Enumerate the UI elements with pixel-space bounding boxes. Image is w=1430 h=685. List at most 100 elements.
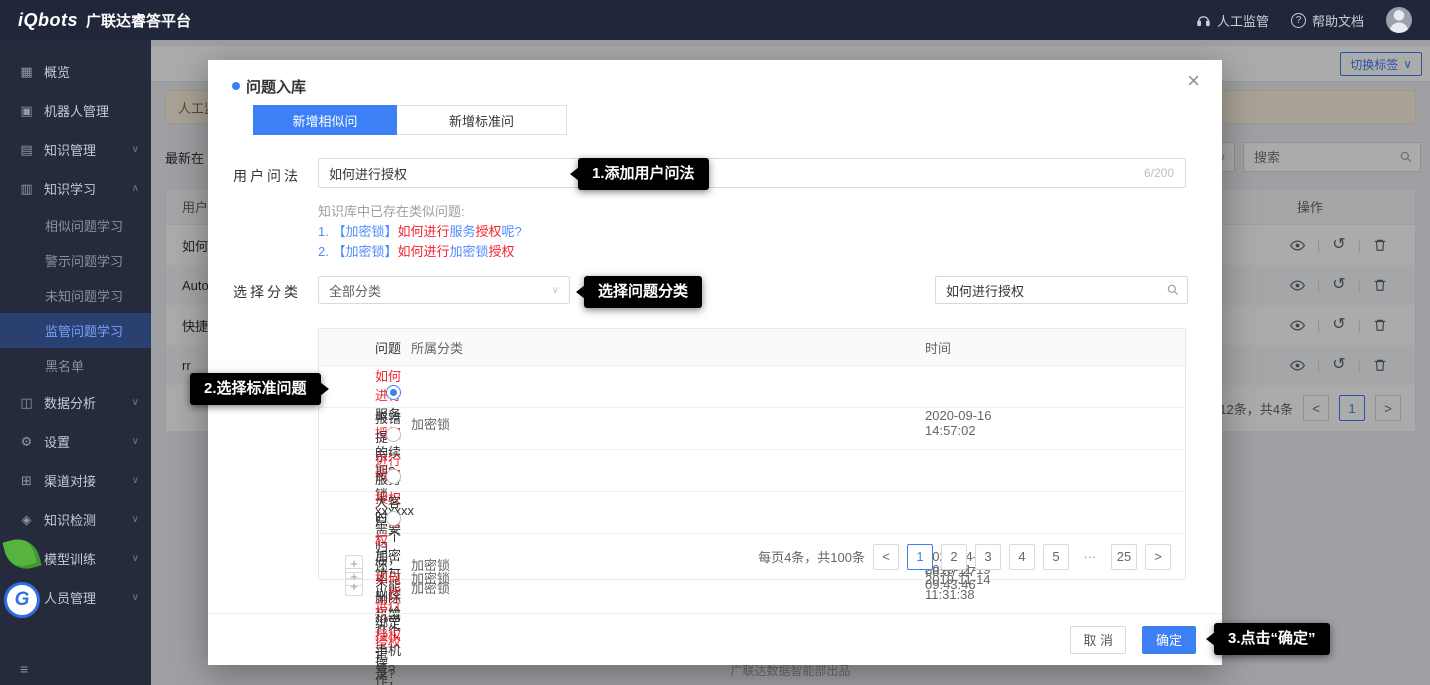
modal-bullet-icon <box>232 82 240 90</box>
page-number-1[interactable]: 1 <box>907 544 933 570</box>
standard-question-radio[interactable] <box>386 427 401 442</box>
prev-page-button[interactable]: < <box>873 544 899 570</box>
callout-select-standard-question: 2.选择标准问题 <box>190 373 321 405</box>
sidebar-subitem-warning-questions[interactable]: 警示问题学习 <box>0 243 151 278</box>
sidebar-subitem-supervised-questions[interactable]: 监管问题学习 <box>0 313 151 348</box>
standard-question-radio-selected[interactable] <box>386 385 401 400</box>
time-cell: 2019-11-14 11:31:38 <box>925 572 1035 602</box>
standard-question-radio[interactable] <box>386 469 401 484</box>
sidebar-label: 机器人管理 <box>44 101 109 120</box>
user-question-label: 用户问法 <box>233 166 301 186</box>
confirm-button[interactable]: 确定 <box>1142 626 1196 654</box>
help-icon: ? <box>1291 13 1306 28</box>
category-cell: 加密锁 <box>411 578 925 597</box>
expand-icon[interactable]: + <box>345 578 363 596</box>
similar-question-link[interactable]: 2. 【加密锁】如何进行加密锁授权 <box>318 242 522 262</box>
pagination-summary: 每页4条，共100条 <box>758 547 865 566</box>
category-cell: 加密锁 <box>411 414 925 433</box>
sidebar-label: 知识管理 <box>44 140 96 159</box>
chevron-up-icon: ∧ <box>132 183 139 194</box>
modal-tabs: 新增相似问 新增标准问 <box>253 105 567 135</box>
table-row: 如何进行服务授权的续期? 加密锁 2020-09-16 14:57:02 <box>319 365 1185 407</box>
cancel-button[interactable]: 取 消 <box>1070 626 1126 654</box>
top-header: iQbots 广联达睿答平台 人工监管 ? 帮助文档 <box>0 0 1430 40</box>
chevron-down-icon: ∨ <box>132 436 139 447</box>
sidebar-label: 人员管理 <box>44 588 96 607</box>
learning-icon: ▥ <box>18 181 35 197</box>
similar-question-link[interactable]: 1. 【加密锁】如何进行服务授权呢? <box>318 222 522 242</box>
time-cell: 2020-09-16 14:57:02 <box>925 408 1035 438</box>
modal-footer: 取 消 确定 <box>208 613 1222 665</box>
modal-title: 问题入库 <box>246 76 306 97</box>
standard-question-radio[interactable] <box>386 511 401 526</box>
sidebar-item-knowledge-learning[interactable]: ▥知识学习∧ <box>0 169 151 208</box>
sidebar-label: 渠道对接 <box>44 471 96 490</box>
arrow-left-icon <box>570 167 579 181</box>
analysis-icon: ◫ <box>18 395 35 411</box>
close-icon[interactable]: × <box>1187 70 1200 92</box>
app-root: iQbots 广联达睿答平台 人工监管 ? 帮助文档 ▦概览 ▣ 机器人管理 ▤ 知… <box>0 0 1430 685</box>
table-row: + 大客户授权后，如何删除机器授权记录? 加密锁 2019-11-14 11:3… <box>319 491 1185 533</box>
chevron-down-icon: ∨ <box>132 144 139 155</box>
column-category: 所属分类 <box>411 338 925 357</box>
page-number-25[interactable]: 25 <box>1111 544 1137 570</box>
arrow-left-icon <box>1206 632 1215 646</box>
page-number-3[interactable]: 3 <box>975 544 1001 570</box>
sidebar-subitem-unknown-questions[interactable]: 未知问题学习 <box>0 278 151 313</box>
sidebar-item-channel-docking[interactable]: ⊞渠道对接∨ <box>0 461 151 500</box>
channel-icon: ⊞ <box>18 473 35 489</box>
sidebar-item-robot-management[interactable]: ▣ 机器人管理 <box>0 91 151 130</box>
chevron-down-icon: ∨ <box>552 285 559 296</box>
tab-add-similar-question[interactable]: 新增相似问 <box>253 105 397 135</box>
table-row: + 进行服务授权时，一个加密锁可以授权给几个手机号? 加密锁 2020-04-2… <box>319 449 1185 491</box>
table-header-row: 问题 所属分类 时间 <box>319 329 1185 365</box>
detection-icon: ◈ <box>18 512 35 528</box>
sidebar-label: 数据分析 <box>44 393 96 412</box>
knowledge-icon: ▤ <box>18 142 35 158</box>
modal-search-input[interactable] <box>935 276 1188 304</box>
sidebar-subitem-blacklist[interactable]: 黑名单 <box>0 348 151 383</box>
callout-add-user-question: 1.添加用户问法 <box>578 158 709 190</box>
expand-icon[interactable]: + <box>345 555 363 573</box>
gear-icon: ⚙ <box>18 434 35 450</box>
glodon-g-logo: G <box>4 582 40 618</box>
category-select[interactable]: 全部分类 ∨ <box>318 276 570 304</box>
sidebar-subitem-similar-questions[interactable]: 相似问题学习 <box>0 208 151 243</box>
sidebar-item-knowledge-detection[interactable]: ◈ 知识检测 ∨ <box>0 500 151 539</box>
page-number-5[interactable]: 5 <box>1043 544 1069 570</box>
arrow-right-icon <box>320 382 329 396</box>
modal-search <box>935 276 1188 304</box>
question-entry-modal: 问题入库 × 新增相似问 新增标准问 用户问法 6/200 知识库中已存在类似问… <box>208 60 1222 665</box>
user-question-input[interactable] <box>318 158 1186 188</box>
sidebar-item-settings[interactable]: ⚙设置∨ <box>0 422 151 461</box>
sidebar-label: 概览 <box>44 62 70 81</box>
manual-monitor-link[interactable]: 人工监管 <box>1196 11 1269 30</box>
pagination-ellipsis[interactable]: ··· <box>1077 544 1103 570</box>
column-time: 时间 <box>925 338 1035 357</box>
app-logo: iQbots <box>18 10 78 31</box>
help-doc-link[interactable]: ? 帮助文档 <box>1291 11 1364 30</box>
help-doc-label: 帮助文档 <box>1312 11 1364 30</box>
sidebar-item-knowledge-management[interactable]: ▤ 知识管理 ∨ <box>0 130 151 169</box>
brand-title: 广联达睿答平台 <box>86 10 191 31</box>
chevron-down-icon: ∨ <box>132 397 139 408</box>
char-counter: 6/200 <box>1144 166 1174 180</box>
sidebar-collapse-icon[interactable]: ≡ <box>20 661 28 677</box>
page-number-2[interactable]: 2 <box>941 544 967 570</box>
chevron-down-icon: ∨ <box>132 514 139 525</box>
next-page-button[interactable]: > <box>1145 544 1171 570</box>
user-avatar[interactable] <box>1386 7 1412 33</box>
sidebar-item-data-analysis[interactable]: ◫ 数据分析 ∨ <box>0 383 151 422</box>
callout-click-confirm: 3.点击“确定” <box>1214 623 1330 655</box>
standard-questions-table: 问题 所属分类 时间 如何进行服务授权的续期? 加密锁 2020-09-16 1… <box>318 328 1186 580</box>
search-icon <box>1166 283 1180 297</box>
tab-add-standard-question[interactable]: 新增标准问 <box>397 105 567 135</box>
sidebar-label: 知识检测 <box>44 510 96 529</box>
similar-questions-title: 知识库中已存在类似问题: <box>318 202 522 222</box>
chevron-down-icon: ∨ <box>132 592 139 603</box>
arrow-left-icon <box>576 285 585 299</box>
robot-icon: ▣ <box>18 103 35 119</box>
sidebar-item-overview[interactable]: ▦概览 <box>0 52 151 91</box>
headset-icon <box>1196 13 1211 28</box>
page-number-4[interactable]: 4 <box>1009 544 1035 570</box>
